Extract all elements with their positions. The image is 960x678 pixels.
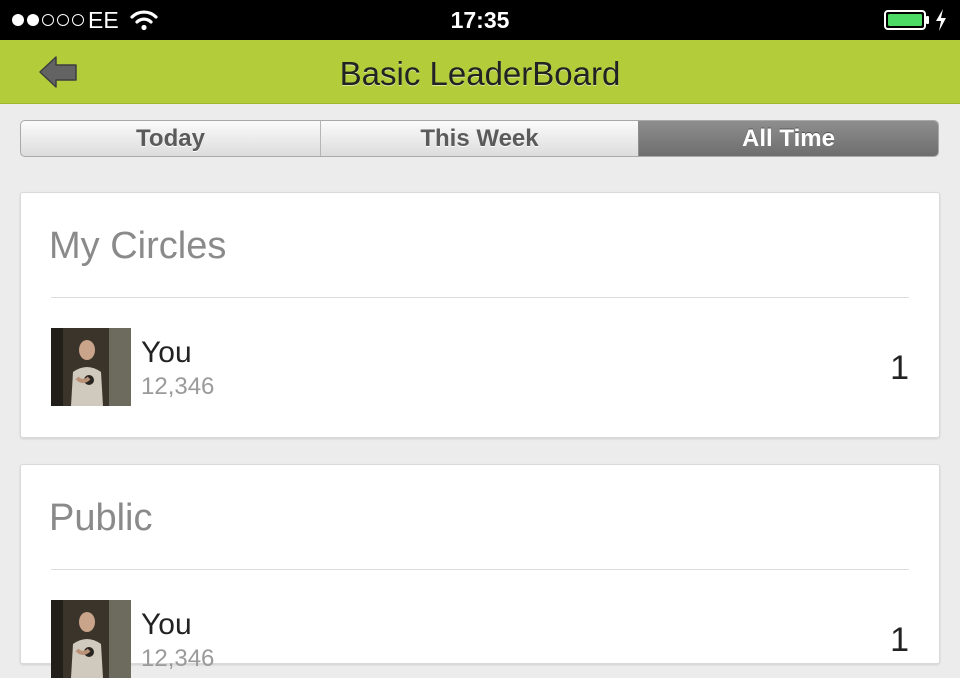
leaderboard-card-public: Public You 12,346 1	[20, 464, 940, 678]
avatar	[51, 328, 131, 406]
section-title: My Circles	[49, 225, 227, 267]
status-time: 17:35	[450, 7, 510, 33]
navigation-bar: Basic LeaderBoard	[0, 40, 960, 104]
player-rank: 1	[890, 621, 909, 659]
player-score: 12,346	[141, 645, 215, 672]
player-score: 12,346	[141, 373, 215, 400]
charging-icon	[936, 9, 946, 31]
divider	[51, 569, 909, 570]
player-rank: 1	[890, 349, 909, 387]
leaderboard-card-my-circles: My Circles You 12,346 1	[20, 192, 940, 438]
tab-this-week[interactable]: This Week	[321, 121, 639, 156]
page-title: Basic LeaderBoard	[339, 55, 621, 92]
time-range-segmented-control: Today This Week All Time	[20, 120, 939, 157]
player-name: You	[141, 608, 192, 641]
avatar	[51, 600, 131, 678]
battery-icon	[884, 10, 929, 30]
player-name: You	[141, 336, 192, 369]
tab-all-time[interactable]: All Time	[639, 121, 938, 156]
status-bar: EE 17:35	[0, 0, 960, 40]
section-title: Public	[49, 497, 153, 539]
leaderboard-row[interactable]: You 12,346 1	[51, 328, 909, 406]
leaderboard-row[interactable]: You 12,346 1	[51, 600, 909, 678]
tab-today[interactable]: Today	[21, 121, 321, 156]
divider	[51, 297, 909, 298]
